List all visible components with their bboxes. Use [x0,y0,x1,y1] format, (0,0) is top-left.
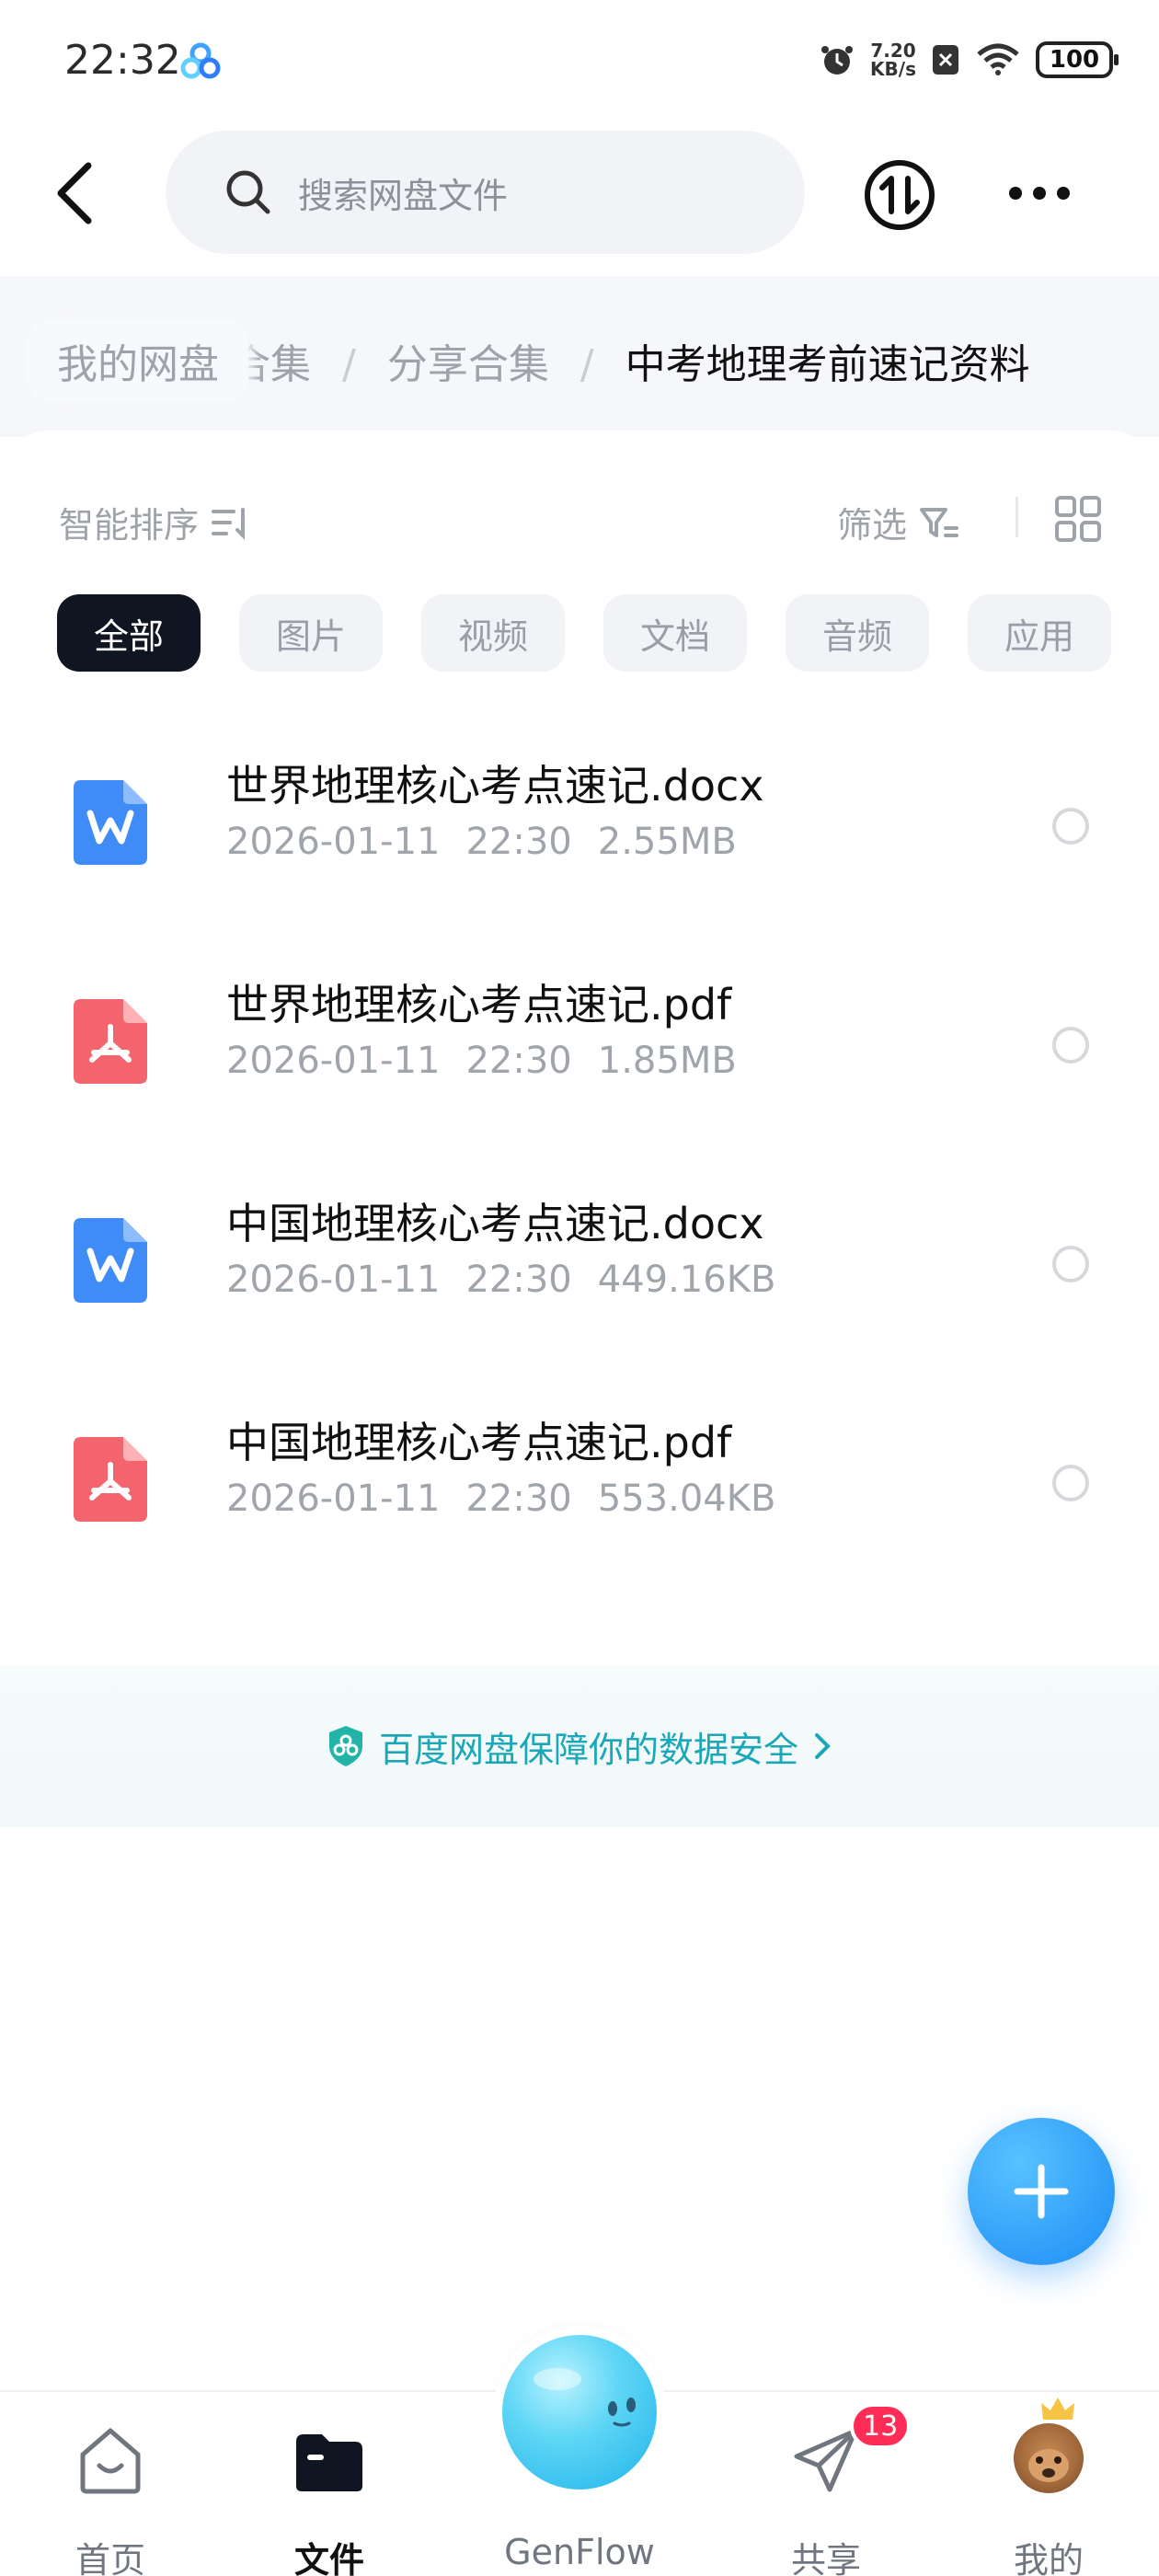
chevron-right-icon [815,1733,831,1759]
transfer-icon[interactable] [863,158,936,232]
status-bar: 22:32 7.20 KB/s 100 [0,0,1159,120]
sort-button[interactable]: 智能排序 [59,497,250,547]
chip-apps[interactable]: 应用 [968,594,1111,672]
nav-share-label: 共享 [790,2540,861,2576]
status-icons: 7.20 KB/s 100 [819,37,1119,83]
file-meta: 2026-01-11 22:30 449.16KB [226,1259,776,1301]
chip-documents[interactable]: 文档 [603,594,747,672]
breadcrumb-item[interactable]: 分享合集 [387,341,549,388]
sort-icon [212,507,246,540]
filter-button[interactable]: 筛选 [837,497,960,547]
chip-videos[interactable]: 视频 [421,594,565,672]
nav-me-label: 我的 [1013,2540,1084,2576]
alarm-icon [821,46,854,75]
security-text: 百度网盘保障你的数据安全 [378,1729,798,1770]
chip-audio[interactable]: 音频 [786,594,929,672]
network-speed: 7.20 KB/s [870,40,916,80]
breadcrumb-root[interactable]: 我的网盘 [28,320,248,401]
file-row[interactable]: 中国地理核心考点速记.pdf 2026-01-11 22:30 553.04KB [0,1365,1159,1584]
file-name: 世界地理核心考点速记.pdf [226,980,732,1029]
select-checkbox[interactable] [1052,808,1089,845]
file-name: 世界地理核心考点速记.docx [226,761,764,811]
breadcrumb-separator: / [580,341,594,388]
genflow-orb-icon[interactable] [502,2335,657,2490]
file-meta: 2026-01-11 22:30 1.85MB [226,1040,737,1082]
crown-icon [1041,2398,1074,2420]
breadcrumb-current: 中考地理考前速记资料 [625,341,1030,388]
select-checkbox[interactable] [1052,1246,1089,1282]
breadcrumb-trail: 合集 / 分享合集 / 中考地理考前速记资料 [230,331,1030,390]
file-row[interactable]: 中国地理核心考点速记.docx 2026-01-11 22:30 449.16KB [0,1146,1159,1365]
file-row[interactable]: 世界地理核心考点速记.pdf 2026-01-11 22:30 1.85MB [0,927,1159,1146]
nav-home-label: 首页 [75,2540,145,2576]
pdf-file-icon [74,999,147,1084]
avatar[interactable] [1014,2423,1084,2493]
status-time: 22:32 [64,37,181,84]
nav-genflow-label: GenFlow [504,2532,655,2572]
notification-badge: 13 [850,2403,912,2449]
wifi-icon [977,43,1019,75]
baidu-netdisk-app-icon [180,42,221,79]
pdf-file-icon [74,1437,147,1522]
sort-label: 智能排序 [59,505,200,546]
filter-label: 筛选 [837,505,908,546]
word-file-icon [74,1218,147,1303]
filter-icon [920,507,959,537]
search-placeholder: 搜索网盘文件 [298,175,509,216]
word-file-icon [74,780,147,865]
select-checkbox[interactable] [1052,1027,1089,1064]
genflow-face [534,2368,636,2427]
breadcrumb-separator: / [342,341,356,388]
avatar-face [1028,2449,1069,2482]
chip-images[interactable]: 图片 [239,594,383,672]
breadcrumb: 合集 / 分享合集 / 中考地理考前速记资料 我的网盘 [0,276,1159,437]
file-meta: 2026-01-11 22:30 2.55MB [226,821,737,863]
security-banner[interactable]: 百度网盘保障你的数据安全 [0,1665,1159,1827]
chip-all[interactable]: 全部 [57,594,201,672]
category-chips: 全部 图片 视频 文档 音频 应用 [57,594,1111,672]
file-row[interactable]: 世界地理核心考点速记.docx 2026-01-11 22:30 2.55MB [0,708,1159,927]
nav-files-label: 文件 [293,2540,364,2576]
folder-icon [296,2434,362,2491]
sim-off-icon [933,45,958,75]
search-icon [226,170,270,214]
back-arrow-icon[interactable] [46,156,110,230]
battery-indicator: 100 [1036,41,1119,78]
plus-icon [1014,2164,1069,2219]
file-name: 中国地理核心考点速记.docx [226,1199,764,1248]
grid-view-icon[interactable] [1054,495,1102,543]
file-meta: 2026-01-11 22:30 553.04KB [226,1478,776,1520]
file-name: 中国地理核心考点速记.pdf [226,1418,732,1467]
shield-icon [328,1726,362,1766]
add-button[interactable] [968,2118,1115,2265]
search-input[interactable]: 搜索网盘文件 [166,131,805,254]
toolbar-divider [1016,497,1018,537]
select-checkbox[interactable] [1052,1465,1089,1501]
more-icon[interactable] [1003,166,1076,221]
home-icon [80,2428,141,2494]
